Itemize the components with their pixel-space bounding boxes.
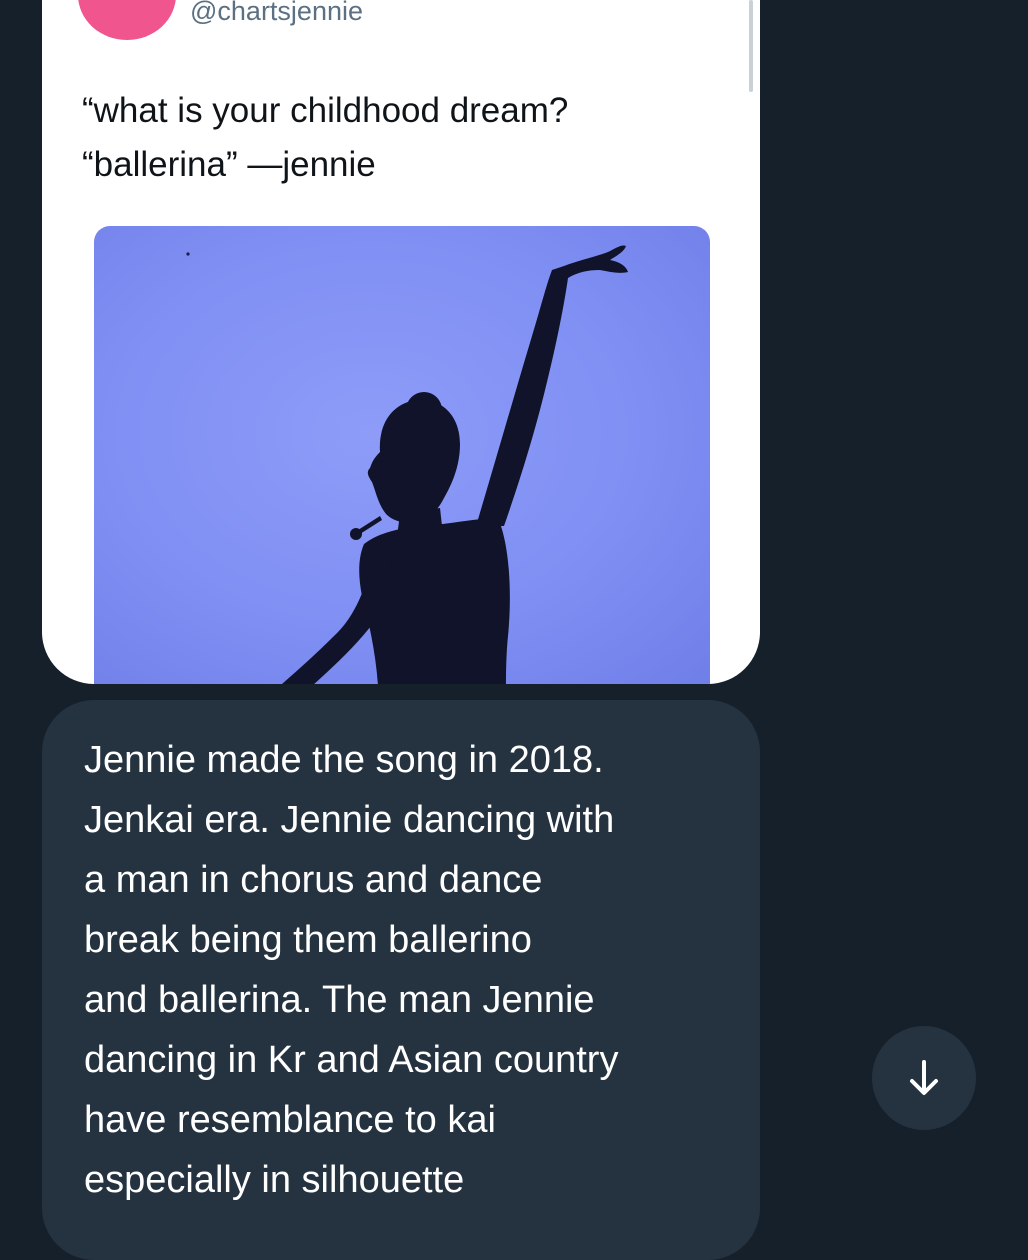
tweet-text: “what is your childhood dream? “ballerin…	[82, 84, 722, 192]
reply-text-line: Jennie made the song in 2018.	[84, 739, 604, 781]
reply-message-bubble: Jennie made the song in 2018. Jenkai era…	[42, 700, 760, 1260]
avatar[interactable]	[78, 0, 176, 40]
reply-text-line: have resemblance to kai	[84, 1099, 496, 1141]
reply-text-line: dancing in Kr and Asian country	[84, 1039, 619, 1081]
reply-text-line: Jenkai era. Jennie dancing with	[84, 799, 615, 841]
reply-text-line: break being them ballerino	[84, 919, 532, 961]
tweet-text-line: “ballerina” —jennie	[82, 145, 376, 184]
arrow-down-icon	[910, 1060, 938, 1095]
tweet-media-image[interactable]	[94, 226, 710, 684]
reply-text-line: and ballerina. The man Jennie	[84, 979, 595, 1021]
reply-text-line: a man in chorus and dance	[84, 859, 543, 901]
scroll-to-bottom-button[interactable]	[872, 1026, 976, 1130]
reply-text-line: especially in silhouette	[84, 1159, 465, 1201]
reply-text: Jennie made the song in 2018. Jenkai era…	[84, 730, 734, 1210]
silhouette-dancer-image	[186, 245, 628, 684]
scrollbar-thumb[interactable]	[749, 0, 753, 92]
tweet-handle[interactable]: @chartsjennie	[190, 0, 363, 26]
quoted-tweet-card[interactable]: @chartsjennie “what is your childhood dr…	[42, 0, 760, 684]
tweet-text-line: “what is your childhood dream?	[82, 91, 569, 130]
